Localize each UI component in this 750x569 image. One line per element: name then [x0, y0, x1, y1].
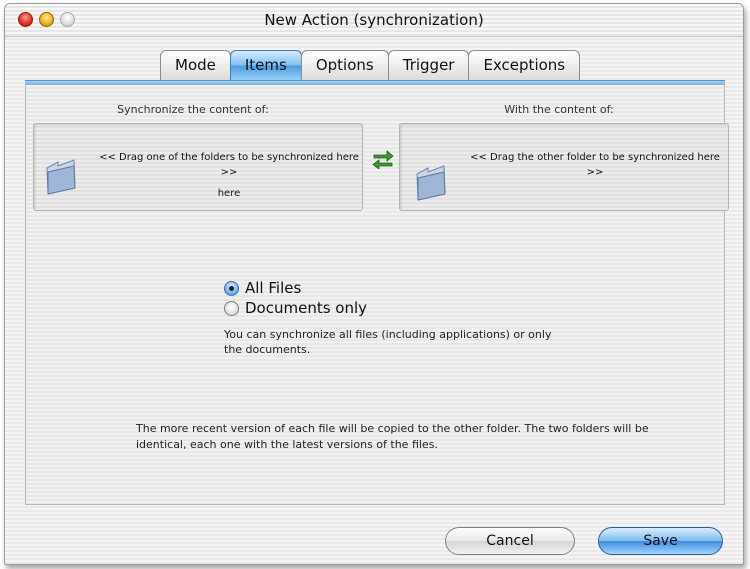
tab-mode[interactable]: Mode	[160, 50, 231, 80]
target-heading: With the content of:	[504, 103, 614, 116]
tab-exceptions[interactable]: Exceptions	[468, 50, 581, 80]
sync-arrows-icon	[372, 150, 394, 169]
option-all-files-label: All Files	[245, 279, 302, 297]
title-bar: New Action (synchronization)	[5, 4, 743, 37]
tab-items[interactable]: Items	[229, 50, 302, 80]
sync-footnote: The more recent version of each file wil…	[136, 422, 649, 451]
source-drop-extra: here	[217, 188, 241, 199]
window: New Action (synchronization) Mode Items …	[4, 3, 744, 565]
scope-help-text: You can synchronize all files (including…	[224, 328, 552, 356]
source-drop-text: << Drag one of the folders to be synchro…	[99, 152, 359, 178]
cancel-button[interactable]: Cancel	[445, 527, 575, 555]
target-folder-well[interactable]: << Drag the other folder to be synchroni…	[399, 123, 729, 211]
source-heading: Synchronize the content of:	[117, 103, 269, 116]
items-panel: Synchronize the content of: With the con…	[25, 85, 729, 505]
folder-icon	[46, 159, 76, 195]
radio-all-files[interactable]	[224, 280, 239, 296]
option-documents-only-label: Documents only	[245, 299, 368, 317]
option-all-files[interactable]: All Files	[224, 278, 367, 298]
target-drop-text: << Drag the other folder to be synchroni…	[470, 152, 720, 178]
window-title: New Action (synchronization)	[264, 11, 484, 29]
tab-options[interactable]: Options	[300, 50, 389, 80]
radio-documents-only[interactable]	[224, 300, 239, 316]
save-button[interactable]: Save	[598, 527, 723, 555]
tab-bar: Mode Items Options Trigger Exceptions	[160, 50, 581, 82]
source-folder-well[interactable]: << Drag one of the folders to be synchro…	[33, 123, 363, 211]
file-scope-options: All Files Documents only	[224, 278, 367, 318]
folder-icon	[416, 165, 446, 201]
tab-trigger[interactable]: Trigger	[387, 50, 470, 80]
option-documents-only[interactable]: Documents only	[224, 298, 367, 318]
